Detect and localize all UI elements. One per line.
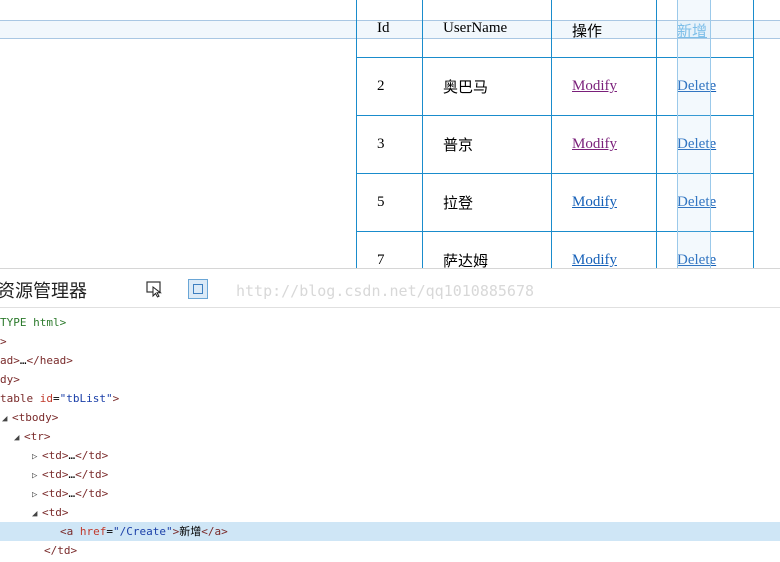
- cell-modify: Modify: [551, 115, 657, 174]
- td-open-text: <td>: [42, 468, 69, 481]
- table-tag-text: table: [0, 392, 34, 405]
- highlight-box-inner: [193, 284, 203, 294]
- table-attr-value: "tbList": [59, 392, 113, 405]
- tree-row-td[interactable]: ▷ <td>…</td>: [0, 446, 780, 465]
- td-open-text: <td>: [42, 506, 69, 519]
- td-open-text: <td>: [42, 487, 69, 500]
- tree-row-tbody[interactable]: ◢ <tbody>: [0, 408, 780, 427]
- a-attr-name: href: [79, 525, 107, 538]
- body-tag-text: dy>: [0, 373, 20, 386]
- td-end-text: </td>: [44, 544, 78, 557]
- cell-username: 奥巴马: [422, 57, 552, 116]
- td-close-text: </td>: [75, 468, 109, 481]
- tree-row-td-close[interactable]: </td>: [0, 541, 780, 560]
- tree-row-tr[interactable]: ◢ <tr>: [0, 427, 780, 446]
- tree-row-td[interactable]: ▷ <td>…</td>: [0, 484, 780, 503]
- td-open-text: <td>: [42, 449, 69, 462]
- tree-row-td-expanded[interactable]: ◢ <td>: [0, 503, 780, 522]
- modify-link[interactable]: Modify: [572, 136, 617, 152]
- tree-row-anchor-selected[interactable]: <a href="/Create">新增</a>: [0, 522, 780, 541]
- watermark-text: http://blog.csdn.net/qq1010885678: [236, 282, 535, 300]
- modify-link[interactable]: Modify: [572, 78, 617, 94]
- cell-modify: Modify: [551, 231, 657, 268]
- cell-modify: Modify: [551, 57, 657, 116]
- cell-id: 3: [356, 115, 423, 174]
- head-ellipsis: …: [19, 354, 27, 367]
- tree-row-table[interactable]: table id="tbList">: [0, 389, 780, 408]
- modify-link[interactable]: Modify: [572, 252, 617, 268]
- td-close-text: </td>: [75, 487, 109, 500]
- a-close-text: </a>: [201, 525, 228, 538]
- dom-explorer-title: 资源管理器: [0, 281, 87, 302]
- head-tag-text: ad>: [0, 354, 20, 367]
- cell-modify: Modify: [551, 173, 657, 232]
- rendered-page: Id UserName 操作 新增 2 奥巴马 Modify Delete 3 …: [0, 0, 780, 268]
- head-close-text: </head>: [26, 354, 73, 367]
- cell-username: 普京: [422, 115, 552, 174]
- modify-link[interactable]: Modify: [572, 194, 617, 210]
- tree-row-td[interactable]: ▷ <td>…</td>: [0, 465, 780, 484]
- devtools-panel: 资源管理器 http://blog.csdn.net/qq1010885678 …: [0, 268, 780, 562]
- devtools-toolbar: 资源管理器 http://blog.csdn.net/qq1010885678: [0, 269, 780, 308]
- tree-row-html[interactable]: >: [0, 332, 780, 351]
- cell-id: 7: [356, 231, 423, 268]
- td-close-text: </td>: [75, 449, 109, 462]
- header-username: UserName: [422, 0, 552, 58]
- tbody-tag-text: <tbody>: [12, 411, 59, 424]
- inspect-highlight-box: [677, 0, 711, 268]
- a-attr-value: "/Create": [113, 525, 173, 538]
- tree-row-body[interactable]: dy>: [0, 370, 780, 389]
- a-open-text: <a: [60, 525, 80, 538]
- doctype-text: TYPE html>: [0, 316, 67, 329]
- html-tag-text: >: [0, 335, 7, 348]
- cell-id: 2: [356, 57, 423, 116]
- a-text-content: 新增: [179, 525, 202, 538]
- tree-row-doctype[interactable]: TYPE html>: [0, 313, 780, 332]
- tr-tag-text: <tr>: [24, 430, 51, 443]
- highlight-element-icon[interactable]: [188, 279, 208, 299]
- cell-username: 拉登: [422, 173, 552, 232]
- header-actions: 操作: [551, 0, 657, 58]
- table-attr-name: id: [39, 392, 53, 405]
- tree-row-head[interactable]: ad>…</head>: [0, 351, 780, 370]
- select-element-icon[interactable]: [146, 280, 164, 298]
- cell-id: 5: [356, 173, 423, 232]
- header-id: Id: [356, 0, 423, 58]
- cell-username: 萨达姆: [422, 231, 552, 268]
